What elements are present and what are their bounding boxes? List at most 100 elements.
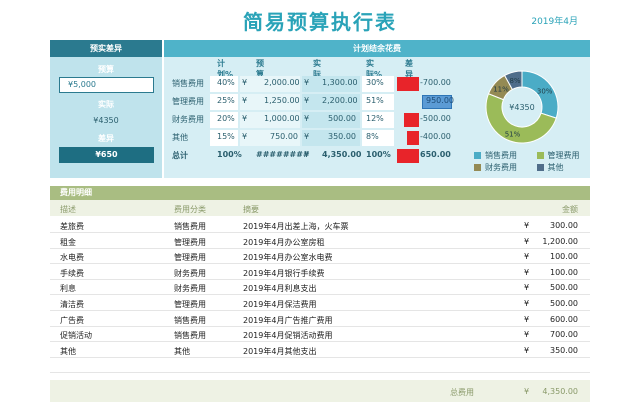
detail-desc: 差旅费 <box>60 222 84 231</box>
legend-item: 其他 <box>536 162 597 174</box>
cat-actual-pct: 30% <box>366 78 384 87</box>
cat-plan-pct: 15% <box>217 132 235 141</box>
cat-diff: 950.00 <box>426 96 454 105</box>
detail-currency: ¥ <box>524 252 530 262</box>
detail-currency: ¥ <box>524 267 530 277</box>
plan-header: 计划结余花费 <box>164 40 590 57</box>
legend-swatch <box>474 164 481 171</box>
category-row: 财务费用 20% ¥ 1,000.00 ¥ 500.00 12% -500.00 <box>172 111 462 129</box>
table-row[interactable]: 手续费 财务费用 2019年4月银行手续费 ¥100.00 <box>50 265 590 280</box>
total-row: 总计 100% ######## ¥ 4,350.00 100% 650.00 <box>172 147 462 165</box>
cat-budget: 1,250.00 <box>264 96 300 105</box>
col-cat: 费用分类 <box>174 205 206 214</box>
table-row[interactable]: 水电费 管理费用 2019年4月办公室水电费 ¥100.00 <box>50 249 590 265</box>
diff-bar <box>404 113 419 127</box>
detail-summary: 2019年4月办公室房租 <box>243 237 325 247</box>
cat-actual-pct: 12% <box>366 114 384 123</box>
report-date: 2019年4月 <box>531 17 578 27</box>
col-summary: 摘要 <box>243 205 259 214</box>
cat-name: 财务费用 <box>172 115 204 124</box>
detail-currency: ¥ <box>524 299 530 308</box>
cat-name: 管理费用 <box>172 97 204 106</box>
cat-actual: 350.00 <box>328 132 356 141</box>
detail-amount: 500.00 <box>550 283 578 293</box>
category-row: 管理费用 25% ¥ 1,250.00 ¥ 2,200.00 51% 950.0… <box>172 93 462 111</box>
cat-diff: -500.00 <box>420 114 451 123</box>
table-row[interactable]: 促销活动 销售费用 2019年4月促销活动费用 ¥700.00 <box>50 327 590 343</box>
col-desc: 描述 <box>60 205 76 214</box>
detail-desc: 其他 <box>60 346 76 356</box>
detail-desc: 清洁费 <box>60 300 84 309</box>
detail-category: 销售费用 <box>174 331 206 341</box>
cat-actual: 2,200.00 <box>322 96 358 105</box>
detail-desc: 广告费 <box>60 315 84 325</box>
total-actual-pct: 100% <box>366 150 391 159</box>
table-row[interactable]: 广告费 销售费用 2019年4月广告推广费用 ¥600.00 <box>50 312 590 327</box>
donut-label: 51% <box>505 130 521 138</box>
cat-budget: 1,000.00 <box>264 114 300 123</box>
donut-center-label: ¥4350 <box>509 103 534 112</box>
cat-actual-pct: 51% <box>366 96 384 105</box>
detail-category: 管理费用 <box>174 300 206 309</box>
table-row[interactable]: 清洁费 管理费用 2019年4月保洁费用 ¥500.00 <box>50 296 590 311</box>
expense-donut-chart: ¥4350 30% 51% 11%8% <box>485 70 559 144</box>
table-row[interactable] <box>50 358 590 374</box>
total-plan-pct: 100% <box>217 150 242 159</box>
table-row[interactable]: 租金 管理费用 2019年4月办公室房租 ¥1,200.00 <box>50 234 590 249</box>
diff-value: ¥650 <box>59 147 154 163</box>
detail-summary: 2019年4月促销活动费用 <box>243 331 333 341</box>
detail-category: 财务费用 <box>174 268 206 278</box>
legend-item: 财务费用 <box>474 162 534 174</box>
budget-label: 预算 <box>98 65 114 74</box>
detail-category: 销售费用 <box>174 315 206 325</box>
detail-desc: 租金 <box>60 237 76 247</box>
detail-summary: 2019年4月办公室水电费 <box>243 253 333 263</box>
detail-amount: 100.00 <box>550 267 578 277</box>
plan-panel: 计划结余花费 计划% 预算 实际 实际% 差异 销售费用 40% ¥ 2,000… <box>164 40 590 178</box>
legend-item: 销售费用 <box>474 150 534 162</box>
detail-summary: 2019年4月保洁费用 <box>243 300 317 309</box>
detail-category: 管理费用 <box>174 237 206 247</box>
actual-value: ¥4350 <box>93 116 119 125</box>
detail-amount: 300.00 <box>550 221 578 230</box>
cat-plan-pct: 25% <box>217 96 235 105</box>
table-row[interactable]: 其他 其他 2019年4月其他支出 ¥350.00 <box>50 343 590 358</box>
detail-currency: ¥ <box>524 221 530 230</box>
legend-swatch <box>536 164 544 171</box>
detail-summary: 2019年4月出差上海，火车票 <box>243 222 349 231</box>
total-actual: 4,350.00 <box>322 150 362 159</box>
budget-input[interactable]: ¥5,000 <box>59 77 154 93</box>
detail-desc: 手续费 <box>60 268 84 278</box>
table-row[interactable]: 利息 财务费用 2019年4月利息支出 ¥500.00 <box>50 280 590 296</box>
total-name: 总计 <box>172 151 188 160</box>
detail-summary: 2019年4月利息支出 <box>243 284 317 294</box>
detail-currency: ¥ <box>524 330 530 340</box>
cat-plan-pct: 40% <box>217 78 235 87</box>
detail-desc: 利息 <box>60 284 76 294</box>
cat-actual: 1,300.00 <box>322 78 358 87</box>
cat-actual: 500.00 <box>328 114 356 123</box>
legend-item: 管理费用 <box>536 150 597 162</box>
details-header: 费用明细 <box>50 186 590 200</box>
diff-bar <box>397 77 419 91</box>
footer-amount: 4,350.00 <box>542 387 578 396</box>
actual-label: 实际 <box>98 100 114 109</box>
donut-label: 8% <box>509 77 520 85</box>
chart-legend: 销售费用 管理费用 财务费用 其他 <box>474 150 604 174</box>
cat-diff: -400.00 <box>420 132 451 141</box>
details-footer: 总费用 ¥ 4,350.00 <box>50 380 590 402</box>
detail-desc: 水电费 <box>60 253 84 263</box>
detail-summary: 2019年4月其他支出 <box>243 346 317 356</box>
variance-panel: 预实差异 预算 ¥5,000 实际 ¥4350 差异 ¥650 <box>50 40 162 178</box>
detail-currency: ¥ <box>524 345 530 355</box>
variance-header: 预实差异 <box>50 40 162 57</box>
detail-summary: 2019年4月广告推广费用 <box>243 315 333 325</box>
diff-bar <box>397 149 419 163</box>
details-column-headers: 描述 费用分类 摘要 金额 <box>50 200 590 216</box>
cat-diff: -700.00 <box>420 78 451 87</box>
table-row[interactable]: 差旅费 销售费用 2019年4月出差上海，火车票 ¥300.00 <box>50 218 590 233</box>
cat-name: 其他 <box>172 133 188 142</box>
donut-label: 30% <box>537 88 553 96</box>
total-diff: 650.00 <box>420 150 451 159</box>
detail-desc: 促销活动 <box>60 331 92 341</box>
